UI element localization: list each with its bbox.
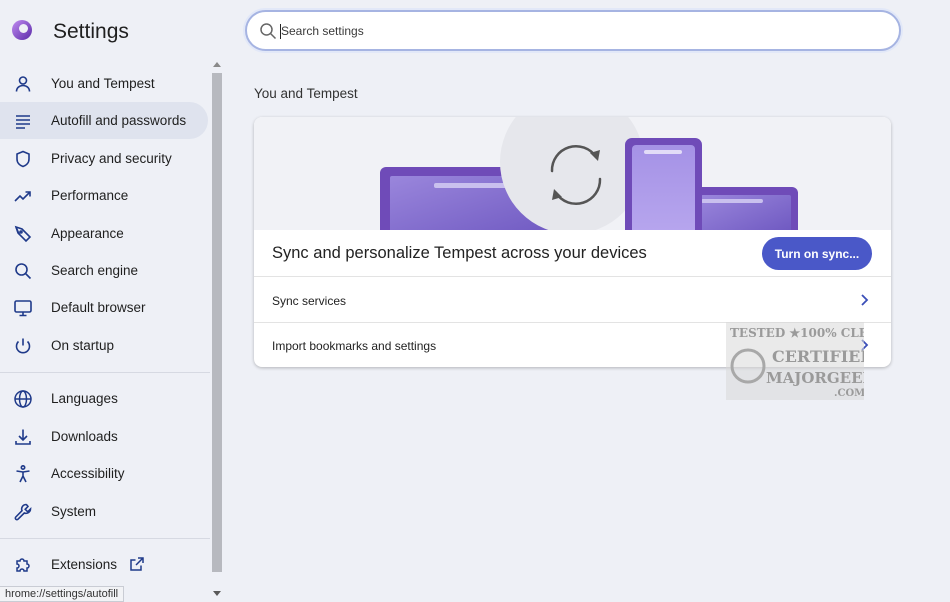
sidebar-item-label: You and Tempest	[51, 76, 155, 91]
download-icon	[12, 426, 34, 448]
shield-icon	[12, 148, 34, 170]
sidebar-item-extensions[interactable]: Extensions	[0, 546, 208, 583]
power-icon	[12, 335, 34, 357]
sidebar-item-accessibility[interactable]: Accessibility	[0, 455, 208, 492]
sidebar-item-label: Default browser	[51, 300, 146, 315]
row-label: Import bookmarks and settings	[272, 339, 437, 353]
search-icon	[12, 260, 34, 282]
watermark-line4: .COM	[834, 388, 864, 399]
search-box[interactable]	[245, 10, 901, 51]
sidebar-item-search-engine[interactable]: Search engine	[0, 252, 208, 289]
sidebar-divider	[0, 372, 210, 373]
sidebar-item-default-browser[interactable]: Default browser	[0, 289, 208, 326]
globe-icon	[12, 388, 34, 410]
sidebar-item-you-and-tempest[interactable]: You and Tempest	[0, 65, 208, 102]
sidebar-item-label: Accessibility	[51, 466, 125, 481]
sidebar-item-label: Extensions	[51, 557, 118, 572]
section-title: You and Tempest	[254, 86, 358, 101]
devices-illustration	[380, 117, 798, 230]
accessibility-icon	[12, 463, 34, 485]
person-icon	[12, 73, 34, 95]
sidebar-divider	[0, 538, 210, 539]
sync-title: Sync and personalize Tempest across your…	[272, 244, 647, 262]
scrollbar-thumb[interactable]	[212, 73, 222, 572]
sidebar-item-system[interactable]: System	[0, 493, 208, 530]
sidebar-item-autofill-and-passwords[interactable]: Autofill and passwords	[0, 102, 208, 139]
turn-on-sync-button[interactable]: Turn on sync...	[762, 237, 872, 270]
watermark-line1: TESTED ★100% CLEAN	[730, 326, 864, 340]
row-label: Sync services	[272, 294, 347, 308]
status-bar-url: hrome://settings/autofill	[0, 586, 125, 602]
external-link-icon	[130, 557, 144, 571]
sidebar-item-label: Autofill and passwords	[51, 113, 187, 128]
sidebar-scrollbar[interactable]	[210, 58, 224, 602]
sidebar-item-languages[interactable]: Languages	[0, 380, 208, 417]
brand: Settings	[10, 18, 129, 43]
sidebar-item-label: Search engine	[51, 263, 139, 278]
list-lines-icon	[12, 110, 34, 132]
puzzle-icon	[12, 554, 34, 576]
monitor-icon	[12, 297, 34, 319]
search-input[interactable]	[281, 20, 861, 42]
wrench-icon	[12, 501, 34, 523]
page-title: Settings	[53, 20, 129, 43]
sidebar-item-on-startup[interactable]: On startup	[0, 327, 208, 364]
sidebar-item-privacy-and-security[interactable]: Privacy and security	[0, 140, 208, 177]
search-icon	[260, 23, 277, 40]
sidebar-item-label: Performance	[51, 188, 129, 203]
watermark-line3: MAJORGEEKS	[766, 369, 864, 387]
sidebar-item-label: Languages	[51, 391, 118, 406]
scroll-down-arrow-icon[interactable]	[213, 591, 221, 596]
paintbrush-icon	[12, 223, 34, 245]
chevron-right-icon	[861, 294, 869, 306]
sidebar-item-label: Privacy and security	[51, 151, 172, 166]
sidebar-item-label: Downloads	[51, 429, 118, 444]
sidebar-item-label: On startup	[51, 338, 115, 353]
sidebar-item-label: Appearance	[51, 226, 124, 241]
trend-up-icon	[12, 185, 34, 207]
watermark-line2: CERTIFIED	[772, 347, 864, 366]
sidebar-item-label: System	[51, 504, 97, 519]
scroll-up-arrow-icon[interactable]	[213, 62, 221, 67]
sync-services-row[interactable]: Sync services	[254, 278, 891, 323]
tempest-logo-icon	[12, 20, 32, 40]
majorgeeks-watermark-logo: TESTED ★100% CLEAN CERTIFIED MAJORGEEKS …	[726, 322, 864, 400]
sidebar-item-appearance[interactable]: Appearance	[0, 215, 208, 252]
sidebar-item-downloads[interactable]: Downloads	[0, 418, 208, 455]
sync-row: Sync and personalize Tempest across your…	[254, 230, 891, 277]
sidebar: Settings You and Tempest Autofill and pa…	[0, 0, 224, 602]
sync-banner-illustration	[254, 117, 891, 230]
sidebar-item-performance[interactable]: Performance	[0, 177, 208, 214]
